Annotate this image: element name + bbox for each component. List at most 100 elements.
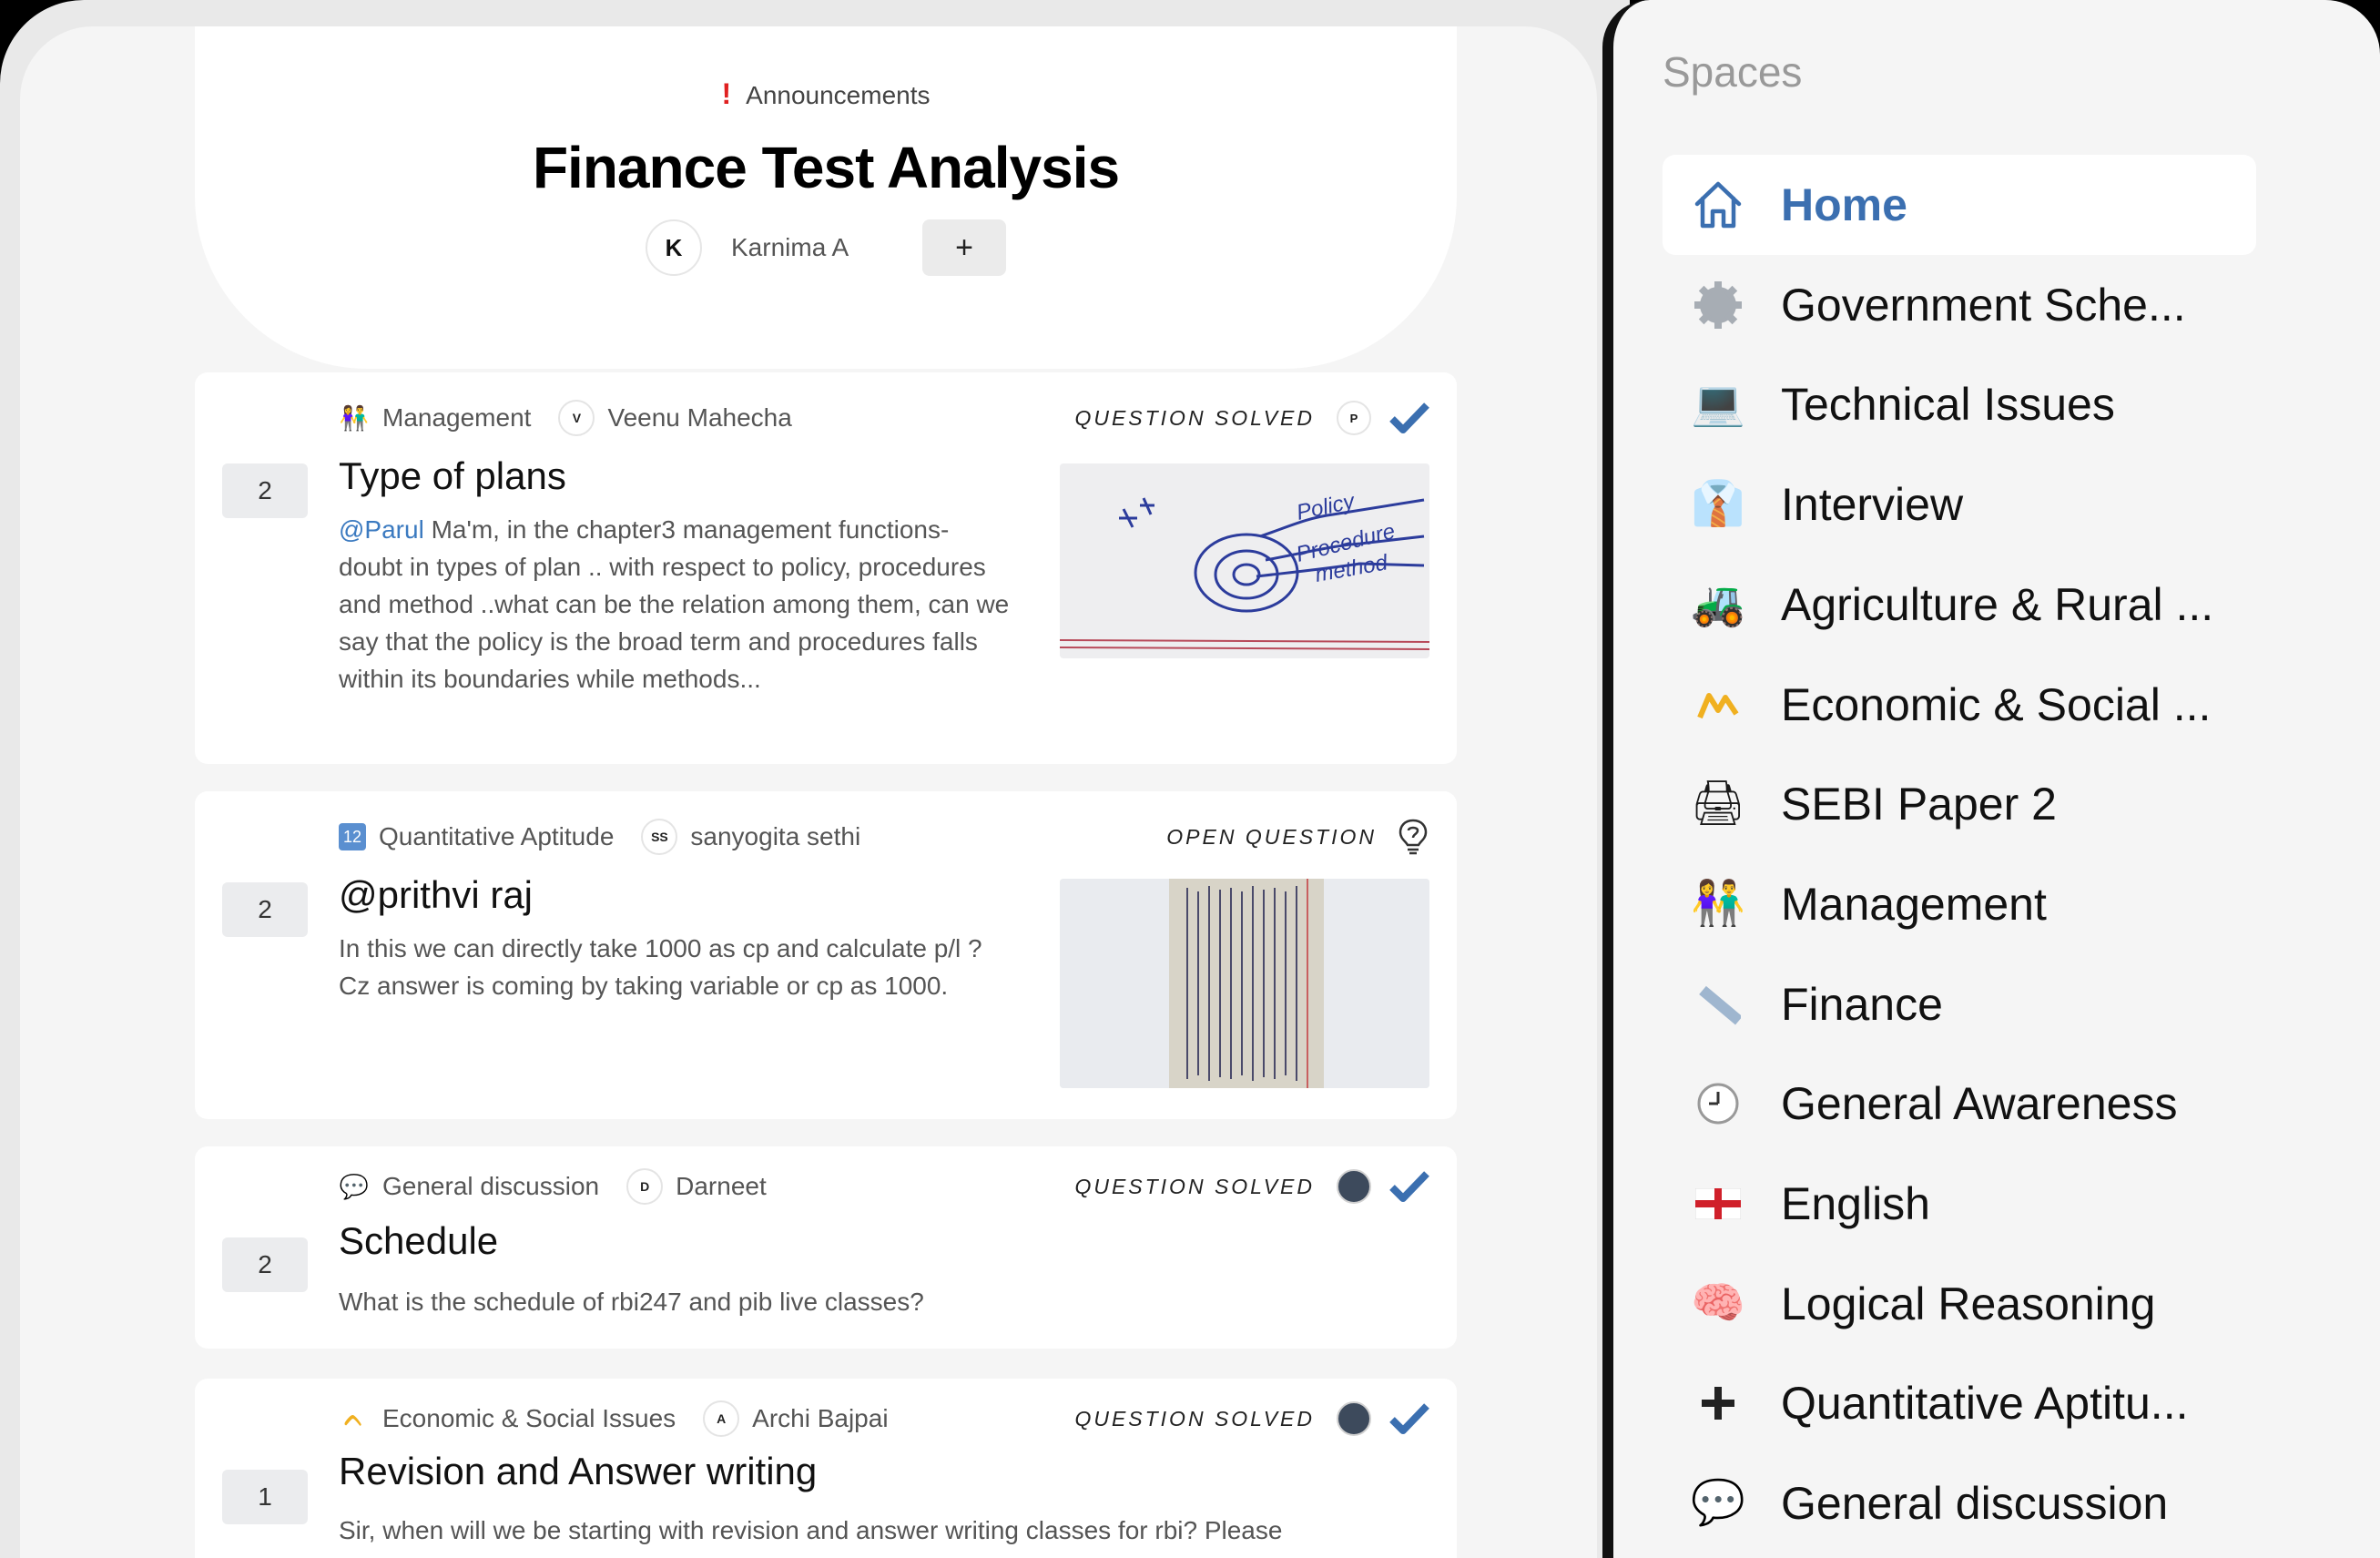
england-flag-icon (1686, 1188, 1750, 1219)
people-holding-hands-icon: 👫 (339, 403, 370, 432)
solver-avatar[interactable] (1337, 1169, 1371, 1204)
author-avatar[interactable]: D (626, 1168, 664, 1205)
post-card[interactable]: 2 👫 Management V Veenu Mahecha QUESTION … (195, 372, 1457, 764)
author-name[interactable]: Darneet (676, 1172, 767, 1201)
sidebar-item-label: Home (1781, 179, 1907, 230)
mention-link[interactable]: @Parul (339, 515, 424, 544)
space-link[interactable]: Management (382, 403, 531, 433)
sidebar-item-english[interactable]: English (1663, 1154, 2256, 1254)
status-text: QUESTION SOLVED (1074, 1406, 1315, 1431)
add-member-button[interactable]: + (922, 219, 1006, 276)
feed-screen: ! Announcements Finance Test Analysis K K… (20, 26, 1597, 1558)
numbers-icon: 12 (339, 823, 366, 850)
status-text: QUESTION SOLVED (1074, 1174, 1315, 1198)
author-avatar[interactable]: SS (641, 819, 678, 855)
sidebar-item-sebi-paper-2[interactable]: 🖨 SEBI Paper 2 (1663, 754, 2256, 854)
post-excerpt: @Parul Ma'm, in the chapter3 management … (339, 511, 1012, 698)
sidebar-item-management[interactable]: 👫 Management (1663, 854, 2256, 954)
vote-count[interactable]: 2 (222, 1237, 308, 1292)
post-title[interactable]: Schedule (339, 1219, 498, 1263)
sidebar-item-general-awareness[interactable]: General Awareness (1663, 1054, 2256, 1154)
announcement-tag[interactable]: ! Announcements (195, 77, 1457, 111)
sidebar-item-interview[interactable]: 👔 Interview (1663, 454, 2256, 555)
vote-count[interactable]: 2 (222, 463, 308, 518)
sidebar-item-general-discussion[interactable]: 💬 General discussion (1663, 1453, 2256, 1553)
space-link[interactable]: Quantitative Aptitude (379, 822, 614, 851)
sidebar-item-technical-issues[interactable]: 💻 Technical Issues (1663, 354, 2256, 454)
status-badge: OPEN QUESTION (1166, 819, 1429, 855)
post-image[interactable] (1060, 879, 1429, 1088)
sidebar-item-label: Technical Issues (1781, 379, 2115, 431)
post-image[interactable]: Policy Procedure method (1060, 463, 1429, 658)
space-link[interactable]: Economic & Social Issues (382, 1404, 676, 1433)
member-name[interactable]: Karnima A (731, 233, 922, 262)
post-excerpt: Sir, when will we be starting with revis… (339, 1516, 1283, 1544)
chart-up-icon: ᨈ (343, 1404, 365, 1431)
status-badge: QUESTION SOLVED P (1074, 400, 1429, 436)
vote-count[interactable]: 2 (222, 882, 308, 937)
necktie-icon: 👔 (1691, 480, 1745, 529)
speech-bubble-icon: 💬 (1691, 1479, 1745, 1528)
sidebar-item-label: Finance (1781, 978, 1943, 1030)
status-badge: QUESTION SOLVED (1074, 1400, 1429, 1437)
post-meta: 👫 Management V Veenu Mahecha (339, 400, 792, 436)
sidebar-item-agriculture-rural[interactable]: 🚜 Agriculture & Rural ... (1663, 555, 2256, 655)
post-card[interactable]: 1 ᨈ Economic & Social Issues A Archi Baj… (195, 1379, 1457, 1558)
post-card[interactable]: 2 💬 General discussion D Darneet QUESTIO… (195, 1146, 1457, 1349)
plus-icon (1686, 1385, 1750, 1421)
author-name[interactable]: Veenu Mahecha (607, 403, 791, 433)
laptop-icon: 💻 (1691, 380, 1745, 429)
author-name[interactable]: sanyogita sethi (690, 822, 860, 851)
sidebar-item-label: Quantitative Aptitu... (1781, 1378, 2189, 1430)
sidebar-item-label: Economic & Social ... (1781, 678, 2212, 730)
checkmark-icon (1389, 1403, 1429, 1434)
post-title[interactable]: Revision and Answer writing (339, 1450, 817, 1493)
sidebar-item-label: English (1781, 1178, 1930, 1229)
post-excerpt-text: Ma'm, in the chapter3 management functio… (339, 515, 1010, 693)
sidebar-item-label: Agriculture & Rural ... (1781, 578, 2214, 630)
post-title[interactable]: Type of plans (339, 454, 566, 498)
printer-icon: 🖨 (1690, 779, 1746, 829)
gear-icon (1686, 280, 1750, 331)
status-text: QUESTION SOLVED (1074, 405, 1315, 430)
member-row: K Karnima A + (195, 219, 1457, 276)
sidebar-item-label: Interview (1781, 479, 1964, 531)
avatar[interactable]: K (646, 219, 702, 276)
sidebar-item-government-sche[interactable]: Government Sche... (1663, 255, 2256, 355)
sidebar-item-finance[interactable]: Finance (1663, 954, 2256, 1054)
sidebar-item-logical-reasoning[interactable]: 🧠 Logical Reasoning (1663, 1254, 2256, 1354)
sidebar-item-economic-social[interactable]: Economic & Social ... (1663, 655, 2256, 755)
solver-avatar[interactable] (1337, 1401, 1371, 1436)
people-holding-hands-icon: 👫 (1691, 879, 1745, 928)
sidebar-item-label: General discussion (1781, 1478, 2169, 1530)
handwritten-diagram-image: Policy Procedure method (1060, 463, 1429, 658)
post-card[interactable]: 2 12 Quantitative Aptitude SS sanyogita … (195, 791, 1457, 1119)
space-link[interactable]: General discussion (382, 1172, 599, 1201)
ruler-icon (1686, 982, 1750, 1027)
checkmark-icon (1389, 1171, 1429, 1202)
solver-avatar[interactable]: P (1337, 401, 1371, 435)
sidebar-item-label: SEBI Paper 2 (1781, 779, 2057, 830)
post-excerpt: What is the schedule of rbi247 and pib l… (339, 1288, 924, 1316)
sidebar-item-label: Government Sche... (1781, 279, 2186, 331)
checkmark-icon (1389, 402, 1429, 433)
page-header: ! Announcements Finance Test Analysis K K… (195, 26, 1457, 369)
post-title[interactable]: @prithvi raj (339, 873, 533, 917)
author-avatar[interactable]: V (558, 400, 595, 436)
notebook-photo-image (1060, 879, 1429, 1088)
speech-bubble-icon: 💬 (339, 1172, 370, 1200)
brain-icon: 🧠 (1691, 1278, 1745, 1328)
author-avatar[interactable]: A (703, 1400, 740, 1437)
sidebar-item-home[interactable]: Home (1663, 155, 2256, 255)
vote-count[interactable]: 1 (222, 1470, 308, 1524)
post-meta: 12 Quantitative Aptitude SS sanyogita se… (339, 819, 860, 855)
tractor-icon: 🚜 (1691, 579, 1745, 628)
question-bulb-icon (1399, 819, 1428, 855)
sidebar-item-label: General Awareness (1781, 1078, 2178, 1130)
page-title: Finance Test Analysis (532, 135, 1120, 200)
sidebar-item-quantitative-aptitu[interactable]: Quantitative Aptitu... (1663, 1353, 2256, 1453)
author-name[interactable]: Archi Bajpai (752, 1404, 888, 1433)
post-meta: ᨈ Economic & Social Issues A Archi Bajpa… (339, 1400, 889, 1437)
sidebar-heading: Spaces (1663, 48, 1803, 96)
chart-up-icon (1686, 687, 1750, 723)
